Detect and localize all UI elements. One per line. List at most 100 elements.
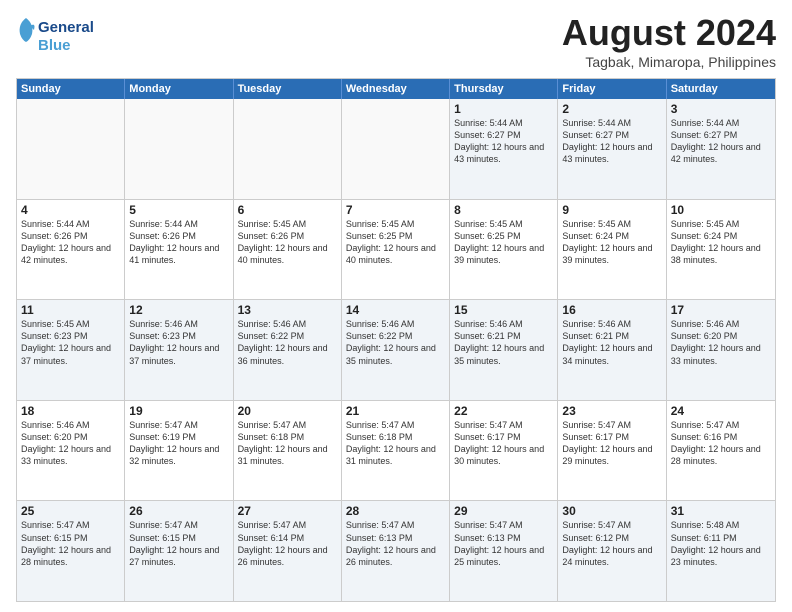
header-day-monday: Monday — [125, 79, 233, 99]
header-day-friday: Friday — [558, 79, 666, 99]
logo: General Blue — [16, 16, 94, 57]
calendar-cell: 15 Sunrise: 5:46 AM Sunset: 6:21 PM Dayl… — [450, 300, 558, 400]
day-number: 9 — [562, 203, 661, 217]
location: Tagbak, Mimaropa, Philippines — [562, 54, 776, 70]
calendar-cell: 9 Sunrise: 5:45 AM Sunset: 6:24 PM Dayli… — [558, 200, 666, 300]
logo-bird-icon — [16, 16, 36, 52]
header-day-sunday: Sunday — [17, 79, 125, 99]
calendar-cell: 16 Sunrise: 5:46 AM Sunset: 6:21 PM Dayl… — [558, 300, 666, 400]
day-number: 26 — [129, 504, 228, 518]
day-number: 18 — [21, 404, 120, 418]
calendar-cell: 18 Sunrise: 5:46 AM Sunset: 6:20 PM Dayl… — [17, 401, 125, 501]
cell-info: Sunrise: 5:47 AM Sunset: 6:14 PM Dayligh… — [238, 519, 337, 568]
calendar-row-4: 25 Sunrise: 5:47 AM Sunset: 6:15 PM Dayl… — [17, 500, 775, 601]
calendar-cell: 25 Sunrise: 5:47 AM Sunset: 6:15 PM Dayl… — [17, 501, 125, 601]
cell-info: Sunrise: 5:45 AM Sunset: 6:24 PM Dayligh… — [562, 218, 661, 267]
calendar-cell: 24 Sunrise: 5:47 AM Sunset: 6:16 PM Dayl… — [667, 401, 775, 501]
day-number: 1 — [454, 102, 553, 116]
cell-info: Sunrise: 5:46 AM Sunset: 6:21 PM Dayligh… — [454, 318, 553, 367]
calendar-cell — [234, 99, 342, 199]
calendar-cell: 13 Sunrise: 5:46 AM Sunset: 6:22 PM Dayl… — [234, 300, 342, 400]
calendar-cell: 8 Sunrise: 5:45 AM Sunset: 6:25 PM Dayli… — [450, 200, 558, 300]
logo-line2: Blue — [38, 37, 94, 55]
day-number: 28 — [346, 504, 445, 518]
calendar-cell: 28 Sunrise: 5:47 AM Sunset: 6:13 PM Dayl… — [342, 501, 450, 601]
calendar-cell: 2 Sunrise: 5:44 AM Sunset: 6:27 PM Dayli… — [558, 99, 666, 199]
calendar-cell: 3 Sunrise: 5:44 AM Sunset: 6:27 PM Dayli… — [667, 99, 775, 199]
calendar-cell: 10 Sunrise: 5:45 AM Sunset: 6:24 PM Dayl… — [667, 200, 775, 300]
cell-info: Sunrise: 5:47 AM Sunset: 6:13 PM Dayligh… — [454, 519, 553, 568]
calendar-cell — [342, 99, 450, 199]
cell-info: Sunrise: 5:45 AM Sunset: 6:25 PM Dayligh… — [454, 218, 553, 267]
day-number: 11 — [21, 303, 120, 317]
calendar-cell: 22 Sunrise: 5:47 AM Sunset: 6:17 PM Dayl… — [450, 401, 558, 501]
header-day-tuesday: Tuesday — [234, 79, 342, 99]
day-number: 13 — [238, 303, 337, 317]
calendar: SundayMondayTuesdayWednesdayThursdayFrid… — [16, 78, 776, 602]
cell-info: Sunrise: 5:47 AM Sunset: 6:13 PM Dayligh… — [346, 519, 445, 568]
calendar-cell: 26 Sunrise: 5:47 AM Sunset: 6:15 PM Dayl… — [125, 501, 233, 601]
day-number: 22 — [454, 404, 553, 418]
day-number: 21 — [346, 404, 445, 418]
cell-info: Sunrise: 5:46 AM Sunset: 6:23 PM Dayligh… — [129, 318, 228, 367]
calendar-cell: 20 Sunrise: 5:47 AM Sunset: 6:18 PM Dayl… — [234, 401, 342, 501]
day-number: 20 — [238, 404, 337, 418]
cell-info: Sunrise: 5:45 AM Sunset: 6:24 PM Dayligh… — [671, 218, 771, 267]
calendar-cell: 19 Sunrise: 5:47 AM Sunset: 6:19 PM Dayl… — [125, 401, 233, 501]
calendar-cell: 6 Sunrise: 5:45 AM Sunset: 6:26 PM Dayli… — [234, 200, 342, 300]
cell-info: Sunrise: 5:44 AM Sunset: 6:27 PM Dayligh… — [562, 117, 661, 166]
day-number: 8 — [454, 203, 553, 217]
day-number: 5 — [129, 203, 228, 217]
day-number: 30 — [562, 504, 661, 518]
day-number: 25 — [21, 504, 120, 518]
header-day-thursday: Thursday — [450, 79, 558, 99]
cell-info: Sunrise: 5:46 AM Sunset: 6:22 PM Dayligh… — [238, 318, 337, 367]
header-day-wednesday: Wednesday — [342, 79, 450, 99]
calendar-header: SundayMondayTuesdayWednesdayThursdayFrid… — [17, 79, 775, 99]
calendar-cell: 12 Sunrise: 5:46 AM Sunset: 6:23 PM Dayl… — [125, 300, 233, 400]
title-block: August 2024 Tagbak, Mimaropa, Philippine… — [562, 12, 776, 70]
calendar-cell: 31 Sunrise: 5:48 AM Sunset: 6:11 PM Dayl… — [667, 501, 775, 601]
cell-info: Sunrise: 5:44 AM Sunset: 6:27 PM Dayligh… — [671, 117, 771, 166]
day-number: 6 — [238, 203, 337, 217]
calendar-cell — [17, 99, 125, 199]
calendar-cell: 5 Sunrise: 5:44 AM Sunset: 6:26 PM Dayli… — [125, 200, 233, 300]
calendar-row-0: 1 Sunrise: 5:44 AM Sunset: 6:27 PM Dayli… — [17, 99, 775, 199]
header-day-saturday: Saturday — [667, 79, 775, 99]
calendar-row-1: 4 Sunrise: 5:44 AM Sunset: 6:26 PM Dayli… — [17, 199, 775, 300]
day-number: 7 — [346, 203, 445, 217]
calendar-cell: 11 Sunrise: 5:45 AM Sunset: 6:23 PM Dayl… — [17, 300, 125, 400]
calendar-cell: 30 Sunrise: 5:47 AM Sunset: 6:12 PM Dayl… — [558, 501, 666, 601]
cell-info: Sunrise: 5:46 AM Sunset: 6:20 PM Dayligh… — [21, 419, 120, 468]
cell-info: Sunrise: 5:44 AM Sunset: 6:27 PM Dayligh… — [454, 117, 553, 166]
cell-info: Sunrise: 5:47 AM Sunset: 6:17 PM Dayligh… — [454, 419, 553, 468]
calendar-cell: 27 Sunrise: 5:47 AM Sunset: 6:14 PM Dayl… — [234, 501, 342, 601]
calendar-cell: 23 Sunrise: 5:47 AM Sunset: 6:17 PM Dayl… — [558, 401, 666, 501]
day-number: 29 — [454, 504, 553, 518]
calendar-cell: 1 Sunrise: 5:44 AM Sunset: 6:27 PM Dayli… — [450, 99, 558, 199]
day-number: 15 — [454, 303, 553, 317]
cell-info: Sunrise: 5:46 AM Sunset: 6:21 PM Dayligh… — [562, 318, 661, 367]
day-number: 10 — [671, 203, 771, 217]
cell-info: Sunrise: 5:45 AM Sunset: 6:25 PM Dayligh… — [346, 218, 445, 267]
cell-info: Sunrise: 5:47 AM Sunset: 6:18 PM Dayligh… — [238, 419, 337, 468]
day-number: 19 — [129, 404, 228, 418]
day-number: 27 — [238, 504, 337, 518]
day-number: 12 — [129, 303, 228, 317]
cell-info: Sunrise: 5:48 AM Sunset: 6:11 PM Dayligh… — [671, 519, 771, 568]
cell-info: Sunrise: 5:46 AM Sunset: 6:22 PM Dayligh… — [346, 318, 445, 367]
cell-info: Sunrise: 5:47 AM Sunset: 6:12 PM Dayligh… — [562, 519, 661, 568]
logo-line1: General — [38, 19, 94, 37]
cell-info: Sunrise: 5:47 AM Sunset: 6:16 PM Dayligh… — [671, 419, 771, 468]
calendar-body: 1 Sunrise: 5:44 AM Sunset: 6:27 PM Dayli… — [17, 99, 775, 601]
calendar-cell: 17 Sunrise: 5:46 AM Sunset: 6:20 PM Dayl… — [667, 300, 775, 400]
day-number: 14 — [346, 303, 445, 317]
calendar-cell — [125, 99, 233, 199]
cell-info: Sunrise: 5:46 AM Sunset: 6:20 PM Dayligh… — [671, 318, 771, 367]
cell-info: Sunrise: 5:45 AM Sunset: 6:23 PM Dayligh… — [21, 318, 120, 367]
calendar-row-2: 11 Sunrise: 5:45 AM Sunset: 6:23 PM Dayl… — [17, 299, 775, 400]
day-number: 31 — [671, 504, 771, 518]
day-number: 17 — [671, 303, 771, 317]
cell-info: Sunrise: 5:44 AM Sunset: 6:26 PM Dayligh… — [129, 218, 228, 267]
calendar-cell: 4 Sunrise: 5:44 AM Sunset: 6:26 PM Dayli… — [17, 200, 125, 300]
